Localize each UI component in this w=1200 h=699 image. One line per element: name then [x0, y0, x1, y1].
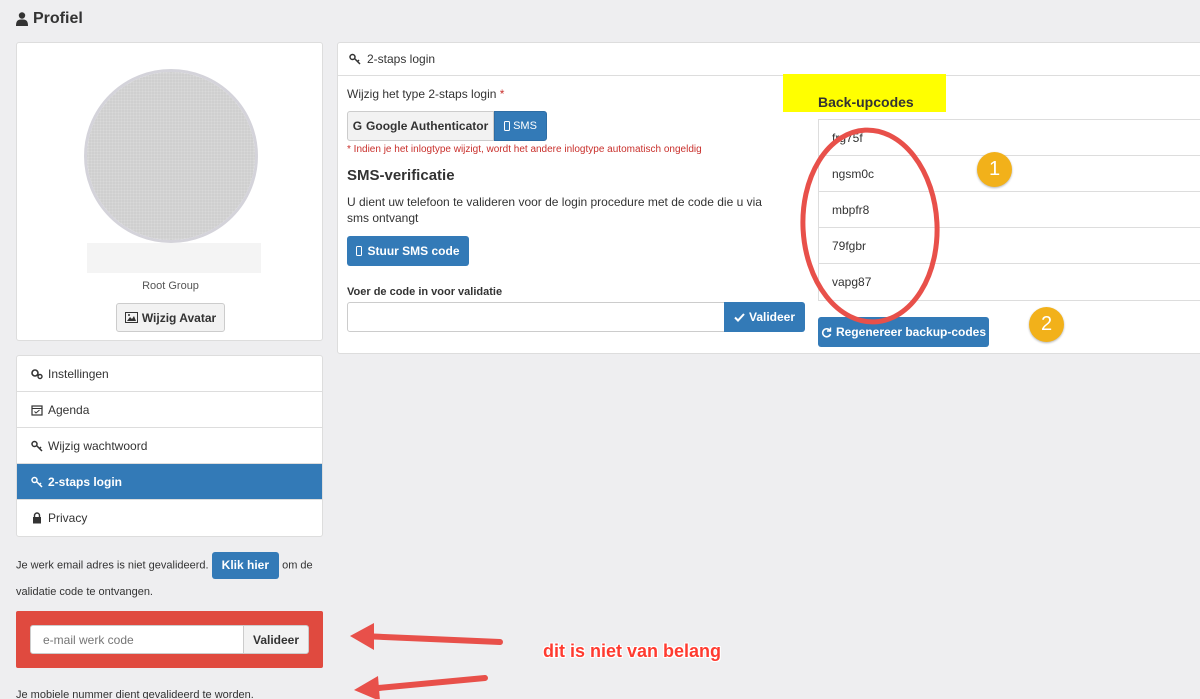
- email-validate-button[interactable]: Valideer: [243, 625, 309, 654]
- backup-code-row: mbpfr8: [819, 192, 1200, 228]
- regenerate-backup-codes-button[interactable]: Regenereer backup-codes: [818, 317, 989, 347]
- nav-item-label: Agenda: [48, 402, 90, 417]
- profile-nav: Instellingen Agenda Wijzig wachtwoord 2-…: [16, 355, 323, 537]
- page-title: Profiel: [16, 10, 83, 28]
- google-authenticator-button[interactable]: G Google Authenticator: [347, 111, 494, 141]
- backup-codes-title: Back-upcodes: [818, 94, 914, 110]
- annotation-badge-2: 2: [1029, 307, 1064, 342]
- gears-icon: [31, 368, 43, 379]
- annotation-badge-1: 1: [977, 152, 1012, 187]
- backup-code-row: vapg87: [832, 275, 872, 289]
- nav-item-agenda[interactable]: Agenda: [17, 392, 322, 428]
- sms-verification-description: U dient uw telefoon te valideren voor de…: [347, 195, 762, 225]
- sms-verification-title: SMS-verificatie: [347, 167, 455, 184]
- code-input-label: Voer de code in voor validatie: [347, 286, 503, 298]
- email-code-input[interactable]: [30, 625, 244, 654]
- google-authenticator-label: Google Authenticator: [366, 119, 489, 133]
- sms-label: SMS: [513, 120, 537, 132]
- request-code-button[interactable]: Klik hier: [211, 552, 280, 579]
- backup-code-row: frg75f: [819, 120, 1200, 156]
- avatar: [84, 69, 258, 243]
- key-icon: [31, 440, 43, 452]
- regenerate-label: Regenereer backup-codes: [835, 325, 987, 339]
- key-icon: [31, 476, 43, 488]
- annotation-arrow-1: [350, 623, 503, 650]
- nav-item-2-staps-login[interactable]: 2-staps login: [17, 464, 322, 500]
- login-type-label: Wijzig het type 2-staps login *: [347, 87, 504, 101]
- send-sms-code-label: Stuur SMS code: [367, 244, 460, 258]
- change-avatar-label: Wijzig Avatar: [141, 310, 217, 325]
- nav-item-instellingen[interactable]: Instellingen: [17, 356, 322, 392]
- nav-item-label: Wijzig wachtwoord: [48, 438, 148, 453]
- validate-code-label: Valideer: [748, 310, 796, 324]
- calendar-icon: [31, 404, 43, 416]
- sms-code-input[interactable]: [347, 302, 725, 332]
- login-type-text: Wijzig het type 2-staps login: [347, 87, 497, 101]
- google-icon: G: [352, 119, 363, 133]
- lock-icon: [33, 512, 41, 524]
- nav-item-privacy[interactable]: Privacy: [17, 500, 322, 536]
- email-note-before: Je werk email adres is niet gevalideerd.: [16, 559, 209, 572]
- mobile-validation-note: Je mobiele nummer dient gevalideerd te w…: [16, 689, 254, 699]
- required-mark: *: [499, 87, 505, 101]
- nav-item-label: Instellingen: [48, 366, 109, 381]
- two-step-panel: 2-staps login Wijzig het type 2-staps lo…: [337, 42, 1200, 354]
- user-icon: [16, 12, 28, 26]
- refresh-icon: [821, 327, 832, 338]
- panel-title: 2-staps login: [367, 52, 436, 66]
- image-icon: [124, 312, 138, 323]
- profile-card: Root Group Wijzig Avatar: [16, 42, 323, 341]
- panel-header: 2-staps login: [338, 43, 1200, 76]
- sms-button[interactable]: SMS: [494, 111, 547, 141]
- user-name-placeholder: [87, 243, 261, 273]
- mobile-icon: [504, 121, 511, 131]
- nav-item-wijzig-wachtwoord[interactable]: Wijzig wachtwoord: [17, 428, 322, 464]
- check-icon: [734, 312, 745, 322]
- key-icon: [349, 53, 361, 65]
- nav-item-label: 2-staps login: [48, 474, 123, 489]
- backup-code-row: 79fgbr: [819, 228, 1200, 264]
- change-avatar-button[interactable]: Wijzig Avatar: [116, 303, 225, 332]
- backup-codes-list: frg75f ngsm0c mbpfr8 79fgbr vapg87: [818, 119, 1200, 301]
- email-code-box: Valideer: [16, 611, 323, 668]
- user-group-label: Root Group: [142, 280, 199, 292]
- page-title-text: Profiel: [33, 10, 83, 27]
- annotation-arrow-2: [354, 675, 488, 699]
- validate-code-button[interactable]: Valideer: [724, 302, 805, 332]
- mobile-icon: [356, 246, 363, 256]
- send-sms-code-button[interactable]: Stuur SMS code: [347, 236, 469, 266]
- nav-item-label: Privacy: [48, 511, 88, 525]
- annotation-note: dit is niet van belang: [543, 641, 722, 661]
- email-validation-note: Je werk email adres is niet gevalideerd.…: [16, 552, 323, 606]
- login-type-warning: * Indien je het inlogtype wijzigt, wordt…: [347, 144, 702, 155]
